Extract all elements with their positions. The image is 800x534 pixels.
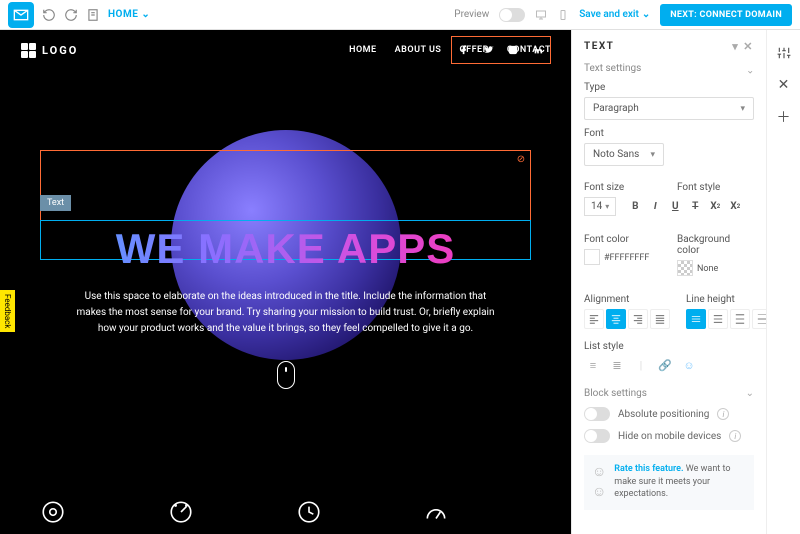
strikethrough-button[interactable]: T [686,198,704,216]
fontcolor-value: #FFFFFFFF [604,253,649,263]
right-toolbar: ✕ ＋ [766,30,800,534]
scroll-mouse-icon[interactable] [277,361,295,389]
liststyle-label: List style [584,341,754,352]
close-panel-icon[interactable]: ✕ [743,40,754,53]
italic-button[interactable]: I [646,198,664,216]
list-emoji-button[interactable]: ☺ [680,356,698,374]
preview-toggle[interactable] [499,8,525,22]
panel-title: TEXT▾✕ [584,40,754,53]
fontsize-label: Font size [584,182,661,193]
donut-icon [40,499,66,525]
stat-2[interactable]: x14 Let people find out more about what … [168,499,276,534]
facebook-icon[interactable] [459,45,469,55]
top-toolbar: HOME ⌄ Preview Save and exit ⌄ NEXT: CON… [0,0,800,30]
hide-mobile-toggle[interactable] [584,429,610,443]
align-left-button[interactable] [584,309,604,329]
bgcolor-value: None [697,264,718,274]
alignment-label: Alignment [584,294,670,305]
stats-row: 2593 Let people find out more about what… [0,469,571,534]
hero-section: Text ⊘ WE MAKE APPS Use this space to el… [0,70,571,469]
fontcolor-label: Font color [584,234,661,245]
collapse-icon[interactable]: ▾ [732,40,739,53]
gauge-icon [423,499,449,525]
properties-panel: TEXT▾✕ Text settings Type Paragraph Font… [571,30,766,534]
site-header: LOGO HOME ABOUT US OFFER CONTACT [0,30,571,70]
list-bullet-button[interactable]: ≡ [584,356,602,374]
lineheight-label: Line height [686,294,766,305]
delete-selection-icon[interactable]: ⊘ [515,154,527,166]
redo-icon[interactable] [64,8,78,22]
align-center-button[interactable] [606,309,626,329]
social-selection-box[interactable] [451,36,551,64]
preview-label: Preview [454,9,489,20]
rate-link[interactable]: Rate this feature. [614,464,683,474]
lineheight-normal-button[interactable] [708,309,728,329]
underline-button[interactable]: U [666,198,684,216]
lineheight-tight-button[interactable] [686,309,706,329]
hero-body[interactable]: Use this space to elaborate on the ideas… [76,289,496,337]
align-justify-button[interactable] [650,309,670,329]
absolute-toggle[interactable] [584,407,610,421]
editor-canvas[interactable]: Feedback LOGO HOME ABOUT US OFFER CONTAC… [0,30,571,534]
nav-home[interactable]: HOME [349,45,377,55]
subscript-button[interactable]: X2 [726,198,744,216]
hero-title[interactable]: WE MAKE APPS [40,225,531,273]
speed-icon [168,499,194,525]
font-label: Font [584,128,754,139]
bold-button[interactable]: B [626,198,644,216]
align-right-button[interactable] [628,309,648,329]
site-logo[interactable]: LOGO [20,42,78,58]
twitter-icon[interactable] [484,45,494,55]
undo-icon[interactable] [42,8,56,22]
feedback-tab[interactable]: Feedback [0,290,15,332]
list-numbered-button[interactable]: ≣ [608,356,626,374]
selection-tag: Text [40,195,71,211]
fontcolor-swatch[interactable] [584,249,600,265]
bgcolor-label: Background color [677,234,754,256]
settings-icon[interactable] [775,44,793,62]
lineheight-xloose-button[interactable] [752,309,766,329]
clock-icon [296,499,322,525]
desktop-icon[interactable] [535,9,547,21]
linkedin-icon[interactable] [533,45,543,55]
superscript-button[interactable]: X2 [706,198,724,216]
rate-feature-box: ☺☺ Rate this feature. We want to make su… [584,455,754,510]
absolute-label: Absolute positioning [618,409,709,420]
hide-mobile-label: Hide on mobile devices [618,431,721,442]
nav-about[interactable]: ABOUT US [395,45,442,55]
page-icon[interactable] [86,8,100,22]
fontsize-dropdown[interactable]: 14 [584,197,616,216]
bgcolor-swatch[interactable] [677,260,693,276]
next-connect-domain-button[interactable]: NEXT: CONNECT DOMAIN [660,4,792,26]
list-link-button[interactable]: 🔗 [656,356,674,374]
mail-icon[interactable] [8,2,34,28]
add-icon[interactable]: ＋ [775,108,793,126]
home-dropdown[interactable]: HOME ⌄ [108,9,150,20]
block-settings-section[interactable]: Block settings [584,388,754,399]
absolute-info-icon[interactable]: i [717,408,729,420]
lineheight-loose-button[interactable] [730,309,750,329]
close-icon[interactable]: ✕ [775,76,793,94]
save-exit-button[interactable]: Save and exit ⌄ [579,9,650,20]
type-label: Type [584,82,754,93]
hide-mobile-info-icon[interactable]: i [729,430,741,442]
stat-1[interactable]: 2593 Let people find out more about what… [40,499,148,534]
fontstyle-label: Font style [677,182,754,193]
instagram-icon[interactable] [508,45,518,55]
rate-faces-icon[interactable]: ☺☺ [592,463,606,502]
text-settings-section[interactable]: Text settings [584,63,754,74]
mobile-icon[interactable] [557,9,569,21]
type-dropdown[interactable]: Paragraph [584,97,754,120]
stat-4[interactable]: 341 Let people find out more about what … [423,499,531,534]
font-dropdown[interactable]: Noto Sans [584,143,664,166]
stat-3[interactable]: 13.49 Let people find out more about wha… [296,499,404,534]
